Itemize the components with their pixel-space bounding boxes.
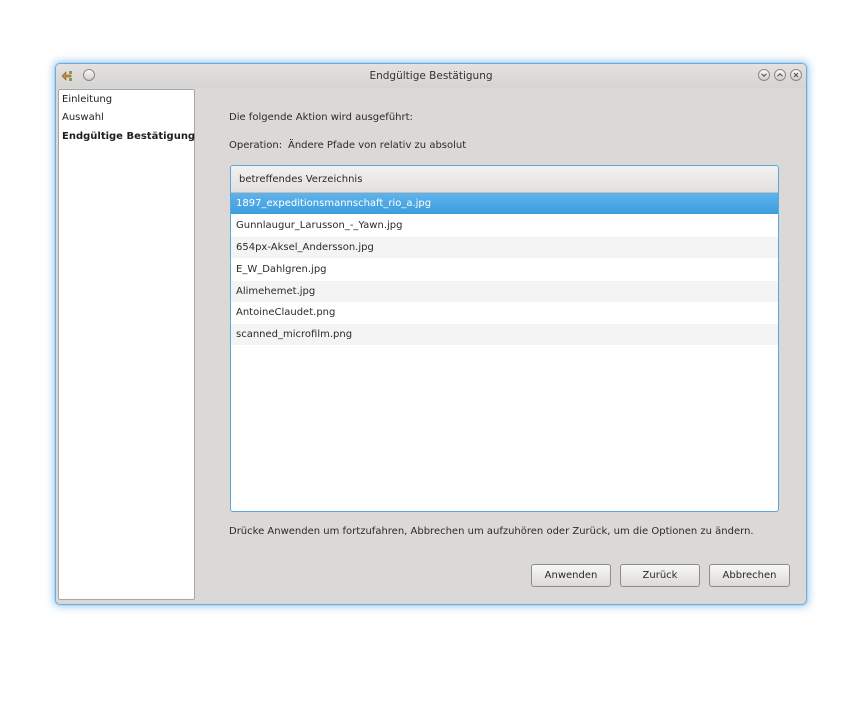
list-item-label: 1897_expeditionsmannschaft_rio_a.jpg bbox=[236, 198, 432, 209]
list-item[interactable]: 1897_expeditionsmannschaft_rio_a.jpg bbox=[231, 193, 778, 214]
list-item-label: Alimehemet.jpg bbox=[236, 286, 316, 297]
apply-button[interactable]: Anwenden bbox=[531, 564, 611, 587]
title-bar[interactable]: Endgültige Bestätigung bbox=[56, 64, 806, 88]
cancel-button[interactable]: Abbrechen bbox=[709, 564, 790, 587]
hint-text: Drücke Anwenden um fortzufahren, Abbrech… bbox=[229, 526, 754, 537]
list-item[interactable]: scanned_microfilm.png bbox=[231, 324, 778, 345]
sidebar-item-endgueltige-bestaetigung: Endgültige Bestätigung bbox=[62, 131, 196, 142]
back-button[interactable]: Zurück bbox=[620, 564, 700, 587]
column-header-label: betreffendes Verzeichnis bbox=[239, 174, 363, 185]
list-item[interactable]: E_W_Dahlgren.jpg bbox=[231, 259, 778, 280]
column-header-verzeichnis[interactable]: betreffendes Verzeichnis bbox=[231, 166, 778, 193]
directory-list[interactable]: betreffendes Verzeichnis 1897_expedition… bbox=[230, 165, 779, 512]
list-item-label: scanned_microfilm.png bbox=[236, 329, 353, 340]
assistant-dialog: Endgültige Bestätigung Einleitung Auswah… bbox=[56, 64, 806, 604]
operation-label: Operation: bbox=[229, 140, 283, 151]
list-item-label: 654px-Aksel_Andersson.jpg bbox=[236, 242, 374, 253]
step-sidebar: Einleitung Auswahl Endgültige Bestätigun… bbox=[58, 89, 195, 600]
operation-value: Ändere Pfade von relativ zu absolut bbox=[288, 140, 467, 151]
desktop-background: Endgültige Bestätigung Einleitung Auswah… bbox=[0, 0, 860, 708]
list-item-label: AntoineClaudet.png bbox=[236, 307, 336, 318]
maximize-icon[interactable] bbox=[774, 69, 786, 81]
list-item-label: Gunnlaugur_Larusson_-_Yawn.jpg bbox=[236, 220, 403, 231]
list-item[interactable]: 654px-Aksel_Andersson.jpg bbox=[231, 237, 778, 258]
list-item[interactable]: Alimehemet.jpg bbox=[231, 281, 778, 302]
close-icon[interactable] bbox=[790, 69, 802, 81]
list-item[interactable]: AntoineClaudet.png bbox=[231, 302, 778, 323]
list-item-label: E_W_Dahlgren.jpg bbox=[236, 264, 327, 275]
sidebar-item-einleitung: Einleitung bbox=[62, 94, 113, 105]
sidebar-item-auswahl: Auswahl bbox=[62, 112, 104, 123]
window-title: Endgültige Bestätigung bbox=[369, 70, 493, 82]
intro-text: Die folgende Aktion wird ausgeführt: bbox=[229, 112, 413, 123]
list-item[interactable]: Gunnlaugur_Larusson_-_Yawn.jpg bbox=[231, 215, 778, 236]
minimize-icon[interactable] bbox=[758, 69, 770, 81]
